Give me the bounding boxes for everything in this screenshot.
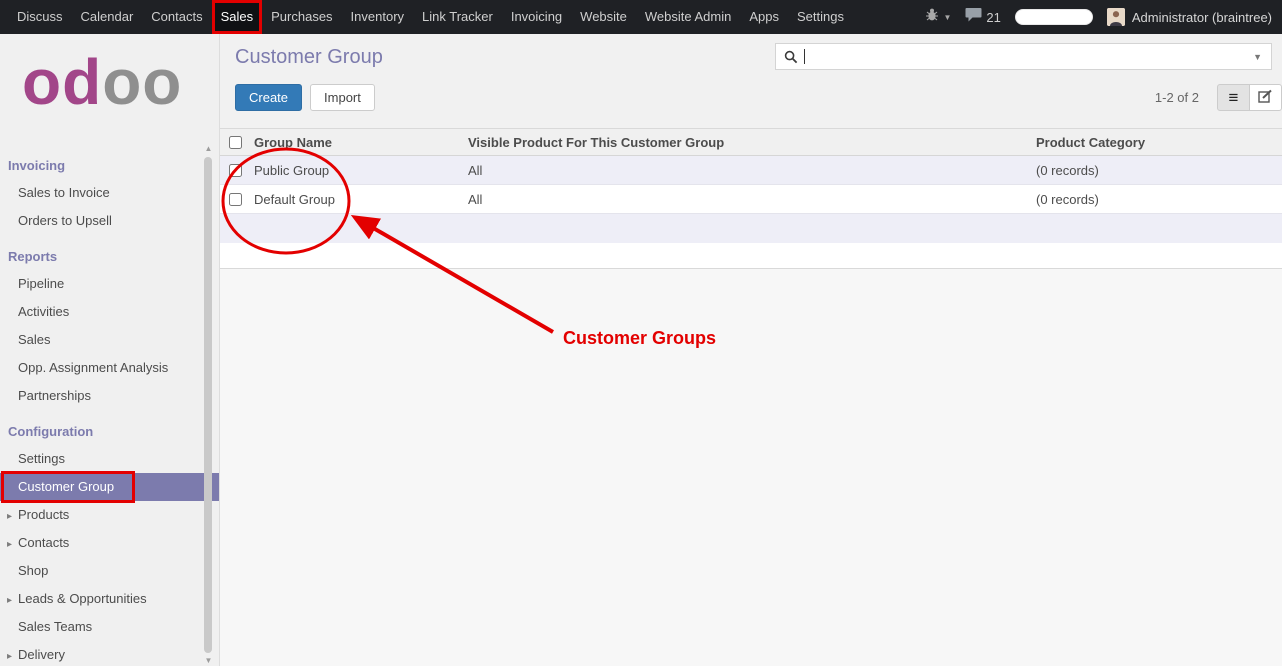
edit-icon: [1258, 89, 1273, 107]
sidebar-item-pipeline[interactable]: Pipeline: [0, 270, 219, 298]
cell-product-category: (0 records): [1032, 192, 1282, 207]
sidebar-item-label: Customer Group: [18, 479, 114, 494]
logo-text-gray: oo: [102, 46, 182, 118]
odoo-logo: odoo: [0, 34, 219, 126]
import-button[interactable]: Import: [310, 84, 375, 111]
bug-icon: [925, 8, 939, 26]
status-pill: [1015, 9, 1093, 25]
table-header-row: Group Name Visible Product For This Cust…: [220, 128, 1282, 156]
sidebar-item-settings[interactable]: Settings: [0, 445, 219, 473]
row-select-cell: [220, 164, 250, 177]
menu-item-contacts[interactable]: Contacts: [142, 0, 211, 34]
sidebar-section-reports: Reports: [0, 245, 219, 270]
list-icon: ≡: [1229, 89, 1239, 106]
row-select-cell: [220, 193, 250, 206]
sidebar-item-label: Leads & Opportunities: [18, 591, 147, 606]
cell-product-category: (0 records): [1032, 163, 1282, 178]
scrollbar-thumb[interactable]: [204, 157, 212, 653]
sidebar-item-opp-assignment-analysis[interactable]: Opp. Assignment Analysis: [0, 354, 219, 382]
sidebar-item-partnerships[interactable]: Partnerships: [0, 382, 219, 410]
sidebar-item-orders-to-upsell[interactable]: Orders to Upsell: [0, 207, 219, 235]
form-view-button[interactable]: [1249, 84, 1282, 111]
sidebar-item-sales-teams[interactable]: Sales Teams: [0, 613, 219, 641]
sidebar-item-label: Contacts: [18, 535, 69, 550]
sidebar-scrollbar[interactable]: ▲ ▼: [203, 144, 214, 666]
table-row[interactable]: Public Group All (0 records): [220, 156, 1282, 185]
empty-row: [220, 243, 1282, 269]
caret-right-icon: ▸: [7, 537, 12, 553]
caret-down-icon: ▼: [943, 13, 951, 22]
caret-right-icon: ▸: [7, 649, 12, 665]
search-input[interactable]: [807, 45, 1253, 68]
search-box: ▼: [775, 43, 1272, 70]
topbar-right: ▼ 21 Administrator (braintree): [925, 7, 1282, 27]
logo-text-colored: od: [22, 46, 102, 118]
menu-item-discuss[interactable]: Discuss: [8, 0, 72, 34]
sidebar-nav: Invoicing Sales to Invoice Orders to Ups…: [0, 154, 219, 666]
list-view: Group Name Visible Product For This Cust…: [220, 128, 1282, 269]
menu-item-purchases[interactable]: Purchases: [262, 0, 341, 34]
cell-group-name: Default Group: [250, 192, 464, 207]
scroll-up-icon[interactable]: ▲: [203, 144, 214, 153]
chat-icon: [965, 7, 982, 27]
list-view-button[interactable]: ≡: [1217, 84, 1250, 111]
row-checkbox[interactable]: [229, 193, 242, 206]
row-checkbox[interactable]: [229, 164, 242, 177]
pager: 1-2 of 2: [1155, 90, 1199, 105]
page-title: Customer Group: [235, 46, 383, 69]
sidebar-item-customer-group[interactable]: Customer Group: [0, 473, 219, 501]
create-button[interactable]: Create: [235, 84, 302, 111]
sidebar-item-products[interactable]: ▸ Products: [0, 501, 219, 529]
select-all-checkbox[interactable]: [229, 136, 242, 149]
sidebar-item-leads-opportunities[interactable]: ▸ Leads & Opportunities: [0, 585, 219, 613]
menu-item-website[interactable]: Website: [571, 0, 636, 34]
button-row: Create Import 1-2 of 2 ≡: [235, 84, 1282, 111]
cell-group-name: Public Group: [250, 163, 464, 178]
sidebar-item-label: Products: [18, 507, 69, 522]
menu-item-settings[interactable]: Settings: [788, 0, 853, 34]
menu-item-sales[interactable]: Sales: [212, 0, 263, 34]
topbar: Discuss Calendar Contacts Sales Purchase…: [0, 0, 1282, 34]
text-cursor: [804, 49, 805, 64]
sidebar: odoo Invoicing Sales to Invoice Orders t…: [0, 34, 220, 666]
sidebar-item-sales[interactable]: Sales: [0, 326, 219, 354]
sidebar-section-invoicing: Invoicing: [0, 154, 219, 179]
search-icon: [784, 50, 798, 64]
cell-visible-product: All: [464, 192, 1032, 207]
cell-visible-product: All: [464, 163, 1032, 178]
messages-menu[interactable]: 21: [965, 7, 1000, 27]
main-content: Customer Group ▼ Create Import 1-2 of 2 …: [220, 34, 1282, 666]
menu-item-website-admin[interactable]: Website Admin: [636, 0, 740, 34]
sidebar-item-contacts[interactable]: ▸ Contacts: [0, 529, 219, 557]
debug-menu[interactable]: ▼: [925, 8, 951, 26]
column-header-visible-product[interactable]: Visible Product For This Customer Group: [464, 135, 1032, 150]
menu-item-inventory[interactable]: Inventory: [342, 0, 413, 34]
caret-right-icon: ▸: [7, 509, 12, 525]
view-switcher: ≡: [1217, 84, 1282, 111]
menu-item-apps[interactable]: Apps: [740, 0, 788, 34]
menu-item-calendar[interactable]: Calendar: [72, 0, 143, 34]
menu-item-link-tracker[interactable]: Link Tracker: [413, 0, 502, 34]
user-menu[interactable]: Administrator (braintree): [1107, 8, 1272, 26]
app-menu: Discuss Calendar Contacts Sales Purchase…: [0, 0, 853, 34]
avatar: [1107, 8, 1125, 26]
messages-count: 21: [986, 10, 1000, 25]
menu-item-invoicing[interactable]: Invoicing: [502, 0, 571, 34]
sidebar-item-shop[interactable]: Shop: [0, 557, 219, 585]
sidebar-section-configuration: Configuration: [0, 420, 219, 445]
sidebar-item-sales-to-invoice[interactable]: Sales to Invoice: [0, 179, 219, 207]
caret-right-icon: ▸: [7, 593, 12, 609]
scroll-down-icon[interactable]: ▼: [203, 656, 214, 665]
column-header-group-name[interactable]: Group Name: [250, 135, 464, 150]
sidebar-item-label: Delivery: [18, 647, 65, 662]
search-options-caret-icon[interactable]: ▼: [1253, 52, 1262, 62]
sidebar-item-activities[interactable]: Activities: [0, 298, 219, 326]
table-row[interactable]: Default Group All (0 records): [220, 185, 1282, 214]
empty-row: [220, 214, 1282, 243]
user-name: Administrator (braintree): [1132, 10, 1272, 25]
control-panel: Customer Group ▼ Create Import 1-2 of 2 …: [220, 34, 1282, 128]
select-all-cell: [220, 136, 250, 149]
sidebar-item-delivery[interactable]: ▸ Delivery: [0, 641, 219, 666]
column-header-product-category[interactable]: Product Category: [1032, 135, 1282, 150]
